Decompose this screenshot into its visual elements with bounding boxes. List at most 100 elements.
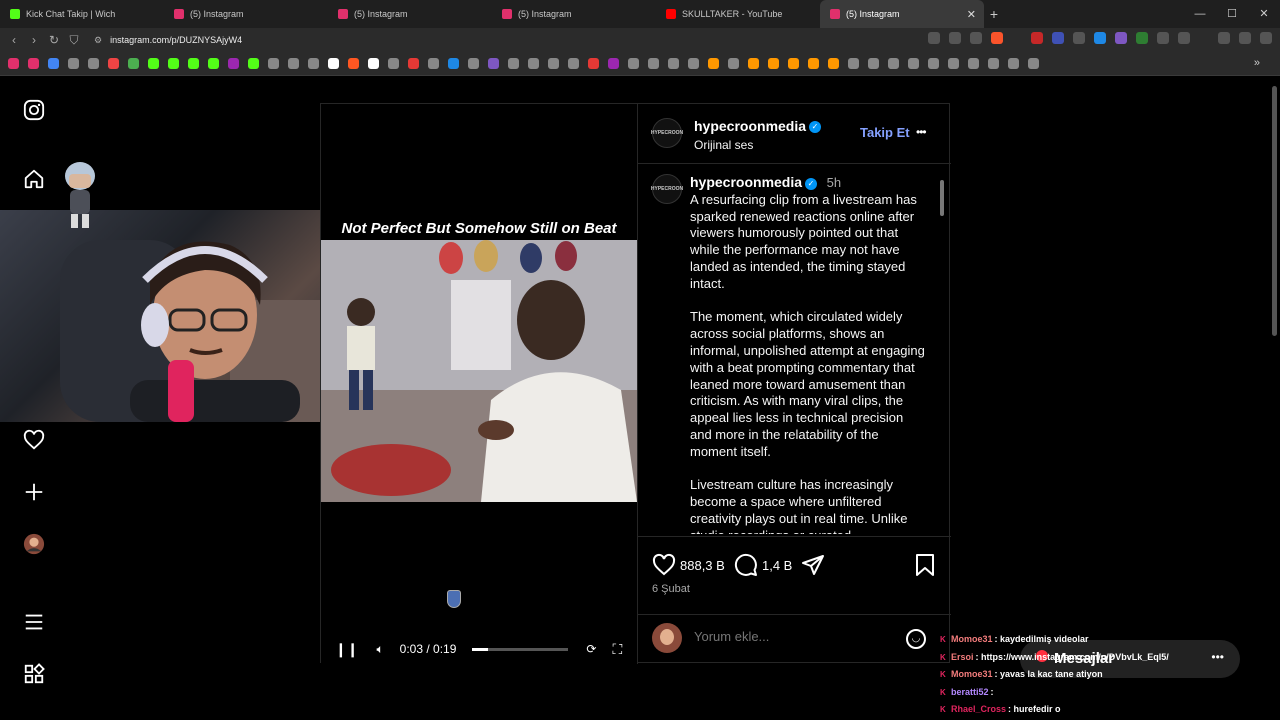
- new-tab-button[interactable]: +: [984, 6, 1004, 22]
- bookmark-favicon-icon[interactable]: [368, 58, 379, 69]
- sidebar-toggle-icon[interactable]: [1178, 32, 1190, 44]
- video-progress-track[interactable]: [472, 647, 569, 651]
- bookmark-favicon-icon[interactable]: [1028, 58, 1039, 69]
- bookmark-favicon-icon[interactable]: [308, 58, 319, 69]
- zoom-icon[interactable]: [949, 32, 961, 44]
- instagram-icon[interactable]: [22, 98, 46, 122]
- bookmark-favicon-icon[interactable]: [1008, 58, 1019, 69]
- video-frame[interactable]: [321, 240, 637, 502]
- caption-author-avatar[interactable]: HYPECROON: [651, 174, 683, 204]
- bookmark-favicon-icon[interactable]: [848, 58, 859, 69]
- bookmark-favicon-icon[interactable]: [88, 58, 99, 69]
- bookmark-favicon-icon[interactable]: [768, 58, 779, 69]
- brave-shield-icon[interactable]: [991, 32, 1003, 44]
- bookmark-favicon-icon[interactable]: [588, 58, 599, 69]
- browser-tab[interactable]: (5) Instagram: [492, 0, 656, 28]
- reload-icon[interactable]: ↻: [44, 33, 64, 47]
- close-window-button[interactable]: ✕: [1248, 0, 1280, 28]
- bookmark-favicon-icon[interactable]: [408, 58, 419, 69]
- plus-icon[interactable]: [22, 480, 46, 504]
- chat-username[interactable]: Momoe31: [951, 669, 993, 679]
- chat-username[interactable]: Momoe31: [951, 634, 993, 644]
- home-icon[interactable]: [22, 167, 46, 191]
- browser-tab[interactable]: SKULLTAKER - YouTube: [656, 0, 820, 28]
- replay-icon[interactable]: ⟳: [586, 642, 596, 656]
- bookmark-favicon-icon[interactable]: [808, 58, 819, 69]
- caption-scrollbar[interactable]: [938, 174, 946, 536]
- more-apps-icon[interactable]: [22, 662, 46, 686]
- emoji-icon[interactable]: ◡: [906, 629, 926, 649]
- author-username[interactable]: hypecroonmedia: [694, 118, 806, 134]
- bookmark-favicon-icon[interactable]: [148, 58, 159, 69]
- bookmark-favicon-icon[interactable]: [728, 58, 739, 69]
- extension-icon[interactable]: [1031, 32, 1043, 44]
- minimize-button[interactable]: —: [1184, 0, 1216, 28]
- cast-icon[interactable]: [928, 32, 940, 44]
- forward-icon[interactable]: ›: [24, 33, 44, 47]
- bookmark-favicon-icon[interactable]: [488, 58, 499, 69]
- bookmark-favicon-icon[interactable]: [28, 58, 39, 69]
- caption-username[interactable]: hypecroonmedia: [690, 174, 802, 190]
- volume-icon[interactable]: 🔈︎: [376, 642, 383, 657]
- bookmark-favicon-icon[interactable]: [688, 58, 699, 69]
- extension-icon[interactable]: [1115, 32, 1127, 44]
- bookmark-favicon-icon[interactable]: [608, 58, 619, 69]
- profile-icon[interactable]: [1239, 32, 1251, 44]
- bookmark-favicon-icon[interactable]: [708, 58, 719, 69]
- browser-tab[interactable]: (5) Instagram: [164, 0, 328, 28]
- extension-icon[interactable]: [1136, 32, 1148, 44]
- bookmark-favicon-icon[interactable]: [108, 58, 119, 69]
- bookmark-favicon-icon[interactable]: [168, 58, 179, 69]
- bookmark-favicon-icon[interactable]: [528, 58, 539, 69]
- bookmark-favicon-icon[interactable]: [8, 58, 19, 69]
- bookmark-page-icon[interactable]: ⛉: [64, 33, 84, 48]
- bookmark-favicon-icon[interactable]: [888, 58, 899, 69]
- bookmark-favicon-icon[interactable]: [748, 58, 759, 69]
- bookmark-favicon-icon[interactable]: [288, 58, 299, 69]
- url-field[interactable]: ⚙ instagram.com/p/DUZNYSAjyW4: [94, 35, 242, 46]
- chat-username[interactable]: beratti52: [951, 687, 989, 697]
- browser-menu-icon[interactable]: [1260, 32, 1272, 44]
- bookmark-favicon-icon[interactable]: [788, 58, 799, 69]
- chat-username[interactable]: Rhael_Cross: [951, 704, 1006, 714]
- bookmark-favicon-icon[interactable]: [628, 58, 639, 69]
- bookmark-favicon-icon[interactable]: [548, 58, 559, 69]
- pause-icon[interactable]: ❙❙: [335, 641, 358, 658]
- share-page-icon[interactable]: [970, 32, 982, 44]
- bookmark-favicon-icon[interactable]: [348, 58, 359, 69]
- bookmark-favicon-icon[interactable]: [388, 58, 399, 69]
- like-button[interactable]: 888,3 B: [652, 553, 725, 577]
- bookmark-favicon-icon[interactable]: [868, 58, 879, 69]
- extension-icon[interactable]: [1157, 32, 1169, 44]
- bookmark-favicon-icon[interactable]: [908, 58, 919, 69]
- close-tab-icon[interactable]: ✕: [967, 8, 976, 21]
- bookmark-favicon-icon[interactable]: [568, 58, 579, 69]
- save-button[interactable]: [914, 553, 936, 577]
- bookmark-favicon-icon[interactable]: [208, 58, 219, 69]
- bookmark-favicon-icon[interactable]: [448, 58, 459, 69]
- bookmark-favicon-icon[interactable]: [188, 58, 199, 69]
- extension-icon[interactable]: [1073, 32, 1085, 44]
- follow-button[interactable]: Takip Et: [860, 125, 910, 140]
- menu-icon[interactable]: [22, 610, 46, 634]
- share-button[interactable]: [801, 553, 825, 577]
- browser-tab[interactable]: (5) Instagram ✕: [820, 0, 984, 28]
- audio-label[interactable]: Orijinal ses: [694, 138, 821, 152]
- browser-tab[interactable]: (5) Instagram: [328, 0, 492, 28]
- bookmark-favicon-icon[interactable]: [828, 58, 839, 69]
- bookmark-favicon-icon[interactable]: [508, 58, 519, 69]
- bookmark-favicon-icon[interactable]: [948, 58, 959, 69]
- bookmark-favicon-icon[interactable]: [328, 58, 339, 69]
- video-player[interactable]: Not Perfect But Somehow Still on Beat ❙❙…: [321, 104, 637, 664]
- profile-avatar[interactable]: [22, 532, 46, 556]
- fullscreen-icon[interactable]: ⛶: [612, 641, 622, 658]
- bookmark-favicon-icon[interactable]: [988, 58, 999, 69]
- bookmark-favicon-icon[interactable]: [428, 58, 439, 69]
- media-icon[interactable]: [1218, 32, 1230, 44]
- page-scrollbar[interactable]: [1270, 76, 1278, 720]
- chat-username[interactable]: Ersoi: [951, 652, 974, 662]
- bookmark-favicon-icon[interactable]: [248, 58, 259, 69]
- extension-icon[interactable]: [1052, 32, 1064, 44]
- bookmark-favicon-icon[interactable]: [468, 58, 479, 69]
- bookmark-favicon-icon[interactable]: [48, 58, 59, 69]
